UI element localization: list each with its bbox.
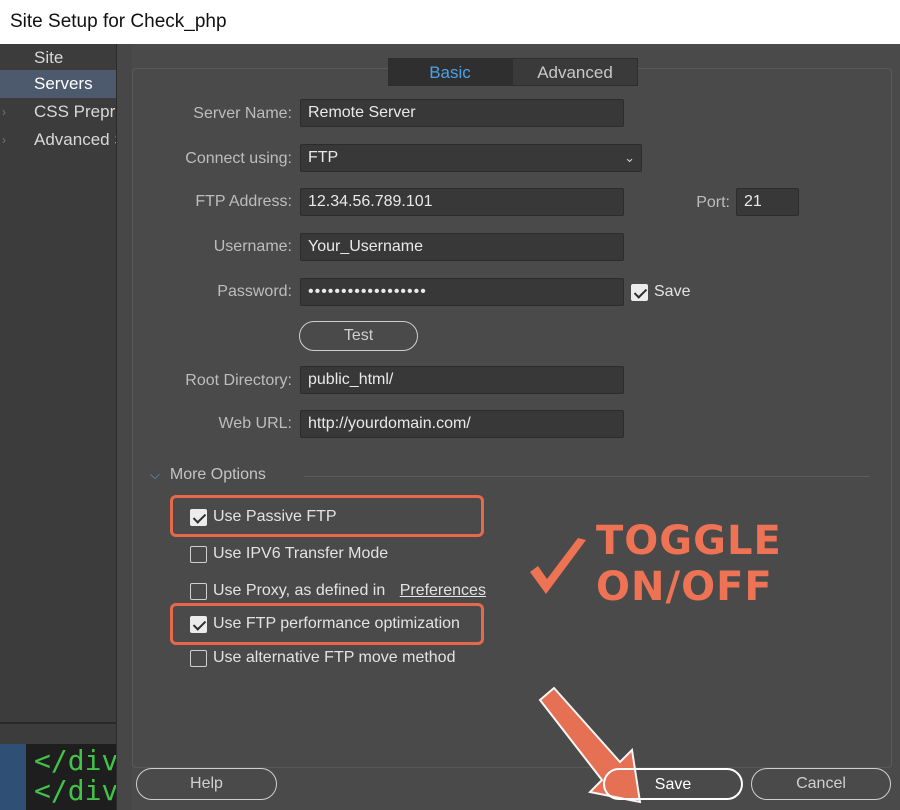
preferences-link[interactable]: Preferences [400, 582, 486, 599]
chevron-down-icon[interactable]: ⌄ [624, 145, 635, 171]
sidebar-item-label: CSS Preprocessors [34, 102, 116, 121]
proxy-checkbox[interactable] [190, 583, 207, 600]
toggle-annotation-text: TOGGLE ON/OFF [596, 518, 782, 610]
ftp-address-label: FTP Address: [195, 193, 292, 210]
code-line: </div [34, 744, 116, 777]
ftp-address-input[interactable]: 12.34.56.789.101 [300, 188, 624, 216]
password-label: Password: [217, 283, 292, 300]
divider [304, 476, 869, 477]
sidebar-item-servers[interactable]: Servers [0, 70, 116, 98]
connect-using-value: FTP [308, 149, 339, 166]
code-editor-peek: </div </div [0, 744, 116, 810]
passive-ftp-highlight [170, 495, 484, 537]
server-name-input[interactable]: Remote Server [300, 99, 624, 127]
port-label: Port: [696, 194, 730, 211]
window-title: Site Setup for Check_php [0, 0, 900, 44]
checkmark-annotation-icon [530, 538, 586, 594]
alt-move-method-label: Use alternative FTP move method [213, 649, 456, 666]
save-button[interactable]: Save [603, 768, 743, 800]
connect-using-select[interactable]: FTP ⌄ [300, 144, 642, 172]
cancel-button[interactable]: Cancel [751, 768, 891, 800]
server-settings-panel: Basic Advanced Server Name: Remote Serve… [132, 44, 900, 810]
chevron-down-icon: ⌵ [150, 467, 160, 482]
pane-divider [0, 722, 116, 724]
tab-advanced[interactable]: Advanced [512, 58, 638, 86]
server-name-label: Server Name: [193, 105, 292, 122]
test-button[interactable]: Test [299, 321, 418, 351]
sidebar-item-label: Servers [34, 74, 93, 93]
proxy-label: Use Proxy, as defined in Preferences [213, 582, 486, 600]
port-input[interactable]: 21 [736, 188, 799, 216]
splitter[interactable] [116, 44, 132, 810]
chevron-right-icon[interactable]: › [2, 98, 6, 126]
code-line: </div [34, 774, 116, 807]
root-directory-input[interactable]: public_html/ [300, 366, 624, 394]
password-input[interactable]: •••••••••••••••••• [300, 278, 624, 306]
site-setup-sidebar: Site Servers › CSS Preprocessors › Advan… [0, 44, 116, 810]
proxy-label-text: Use Proxy, as defined in [213, 582, 386, 599]
help-button[interactable]: Help [136, 768, 277, 800]
connect-using-label: Connect using: [185, 150, 292, 167]
more-options-toggle[interactable]: ⌵ More Options [150, 466, 266, 484]
web-url-input[interactable]: http://yourdomain.com/ [300, 410, 624, 438]
save-password-label: Save [654, 283, 691, 300]
tab-basic[interactable]: Basic [388, 58, 512, 86]
sidebar-item-advanced-settings[interactable]: › Advanced Settings [0, 126, 116, 154]
root-directory-label: Root Directory: [185, 372, 292, 389]
ipv6-checkbox[interactable] [190, 546, 207, 563]
username-label: Username: [213, 238, 292, 255]
sidebar-item-label: Advanced Settings [34, 130, 116, 149]
ftp-optimization-highlight [170, 603, 484, 645]
code-gutter [0, 744, 26, 810]
save-password-checkbox[interactable] [631, 284, 648, 301]
username-input[interactable]: Your_Username [300, 233, 624, 261]
more-options-label: More Options [169, 466, 266, 483]
web-url-label: Web URL: [218, 415, 292, 432]
sidebar-item-css-preprocessors[interactable]: › CSS Preprocessors [0, 98, 116, 126]
sidebar-item-label: Site [34, 48, 64, 67]
sidebar-item-site[interactable]: Site [0, 44, 116, 72]
ipv6-label: Use IPV6 Transfer Mode [213, 545, 389, 562]
chevron-right-icon[interactable]: › [2, 126, 6, 154]
alt-move-method-checkbox[interactable] [190, 650, 207, 667]
